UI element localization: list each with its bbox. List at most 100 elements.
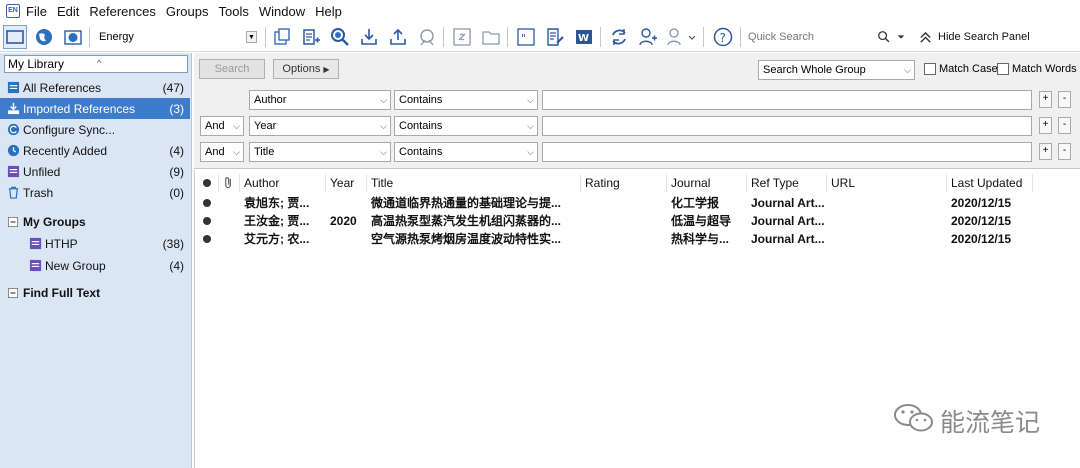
column-header-url[interactable]: URL [827,174,947,192]
search-term-input[interactable] [542,142,1032,162]
unread-dot-icon [203,217,211,225]
column-header-year[interactable]: Year [326,174,367,192]
hide-search-panel-button[interactable]: Hide Search Panel [938,26,1030,48]
library-select[interactable]: My Library ^ [4,55,188,73]
menu-edit[interactable]: Edit [57,4,79,19]
cell-ref-type: Journal Art... [751,196,825,210]
search-field-value: Title [254,146,275,158]
group-style-select[interactable]: Energy ▼ [92,26,260,48]
insert-citation-icon[interactable]: " [514,25,538,49]
sidebar-item-recently-added[interactable]: Recently Added (4) [0,140,190,161]
chevron-down-icon: ⌵ [233,121,240,131]
find-full-text-header[interactable]: Find Full Text [0,282,190,303]
watermark-text: 能流笔记 [940,408,1041,437]
remove-row-button[interactable]: - [1058,91,1071,108]
clock-icon [6,144,20,158]
search-operator-select[interactable]: Contains ⌵ [394,142,538,162]
boolean-operator-select[interactable]: And ⌵ [200,142,244,162]
search-scope-value: Search Whole Group [763,64,866,76]
table-row[interactable]: 王汝金; 贾... 2020 高温热泵型蒸汽发生机组闪蒸器的... 低温与超导 … [195,212,1080,230]
trash-icon [6,186,20,200]
column-header-rating[interactable]: Rating [581,174,667,192]
online-search-icon[interactable] [328,25,352,49]
toolbar: Energy ▼ " W ? Quick Search Hide Search … [0,22,1080,52]
sort-caret-icon: ^ [97,58,102,68]
cell-author: 艾元方; 农... [244,232,310,246]
search-operator-select[interactable]: Contains ⌵ [394,90,538,110]
integrated-library-mode-icon[interactable] [61,25,85,49]
format-paper-icon[interactable] [543,25,567,49]
column-header-title[interactable]: Title [367,174,581,192]
sidebar-item-label: Unfiled [23,164,61,179]
chevron-down-icon[interactable]: ▼ [246,31,257,43]
match-words-checkbox[interactable] [997,63,1009,75]
import-icon[interactable] [357,25,381,49]
column-header-last-updated[interactable]: Last Updated [947,174,1033,192]
cell-journal: 化工学报 [671,196,720,210]
menu-bar: EN File Edit References Groups Tools Win… [0,0,1080,22]
share-group-icon[interactable] [665,25,697,49]
sidebar-item-all-references[interactable]: All References (47) [0,77,190,98]
double-chevron-up-icon[interactable] [916,25,934,49]
match-case-checkbox[interactable] [924,63,936,75]
menu-references[interactable]: References [89,4,155,19]
chevron-right-icon: ▶ [323,65,330,74]
sidebar-item-trash[interactable]: Trash (0) [0,182,190,203]
remove-row-button[interactable]: - [1058,117,1071,134]
attachment-column-header[interactable] [219,174,240,192]
sidebar-item-unfiled[interactable]: Unfiled (9) [0,161,190,182]
sidebar-item-count: (3) [169,101,184,116]
collapse-minus-icon[interactable] [6,215,20,229]
find-full-text-icon[interactable] [415,25,439,49]
group-icon [28,237,42,251]
sync-icon[interactable] [607,25,631,49]
cell-url [827,194,947,212]
toolbar-separator [89,27,90,47]
add-row-button[interactable]: + [1039,143,1052,160]
search-button[interactable]: Search [199,59,265,79]
svg-text:W: W [578,33,589,44]
menu-window[interactable]: Window [259,4,305,19]
open-link-icon[interactable] [450,25,474,49]
search-options-dropdown-icon[interactable] [894,25,908,49]
menu-file[interactable]: File [26,4,47,19]
column-header-journal[interactable]: Journal [667,174,747,192]
search-term-input[interactable] [542,90,1032,110]
table-row[interactable]: 艾元方; 农... 空气源热泵烤烟房温度波动特性实... 热科学与... Jou… [195,230,1080,248]
column-header-author[interactable]: Author [240,174,326,192]
share-library-icon[interactable] [636,25,660,49]
sidebar-group-hthp[interactable]: HTHP (38) [0,233,190,254]
read-status-column-header[interactable] [199,174,219,192]
search-field-select[interactable]: Author ⌵ [249,90,391,110]
menu-help[interactable]: Help [315,4,342,19]
table-row[interactable]: 袁旭东; 贾... 微通道临界热通量的基础理论与提... 化工学报 Journa… [195,194,1080,212]
sidebar-item-configure-sync[interactable]: Configure Sync... [0,119,190,140]
add-row-button[interactable]: + [1039,117,1052,134]
boolean-operator-select[interactable]: And ⌵ [200,116,244,136]
search-icon[interactable] [876,25,892,49]
sidebar-group-new-group[interactable]: New Group (4) [0,255,190,276]
menu-tools[interactable]: Tools [218,4,248,19]
help-icon[interactable]: ? [711,25,735,49]
search-term-input[interactable] [542,116,1032,136]
remove-row-button[interactable]: - [1058,143,1071,160]
new-reference-icon[interactable] [299,25,323,49]
copy-formatted-icon[interactable] [270,25,294,49]
open-file-icon[interactable] [479,25,503,49]
menu-groups[interactable]: Groups [166,4,209,19]
add-row-button[interactable]: + [1039,91,1052,108]
export-icon[interactable] [386,25,410,49]
local-library-mode-icon[interactable] [3,25,27,49]
groups-sidebar: My Library ^ All References (47) Importe… [0,53,192,468]
search-scope-select[interactable]: Search Whole Group ⌵ [758,60,915,80]
search-field-select[interactable]: Year ⌵ [249,116,391,136]
column-header-ref-type[interactable]: Ref Type [747,174,827,192]
word-document-icon[interactable]: W [572,25,596,49]
my-groups-header[interactable]: My Groups [0,211,190,232]
online-search-mode-icon[interactable] [32,25,56,49]
search-field-select[interactable]: Title ⌵ [249,142,391,162]
search-operator-select[interactable]: Contains ⌵ [394,116,538,136]
sidebar-item-imported-references[interactable]: Imported References (3) [0,98,190,119]
collapse-minus-icon[interactable] [6,286,20,300]
options-button[interactable]: Options ▶ [273,59,339,79]
